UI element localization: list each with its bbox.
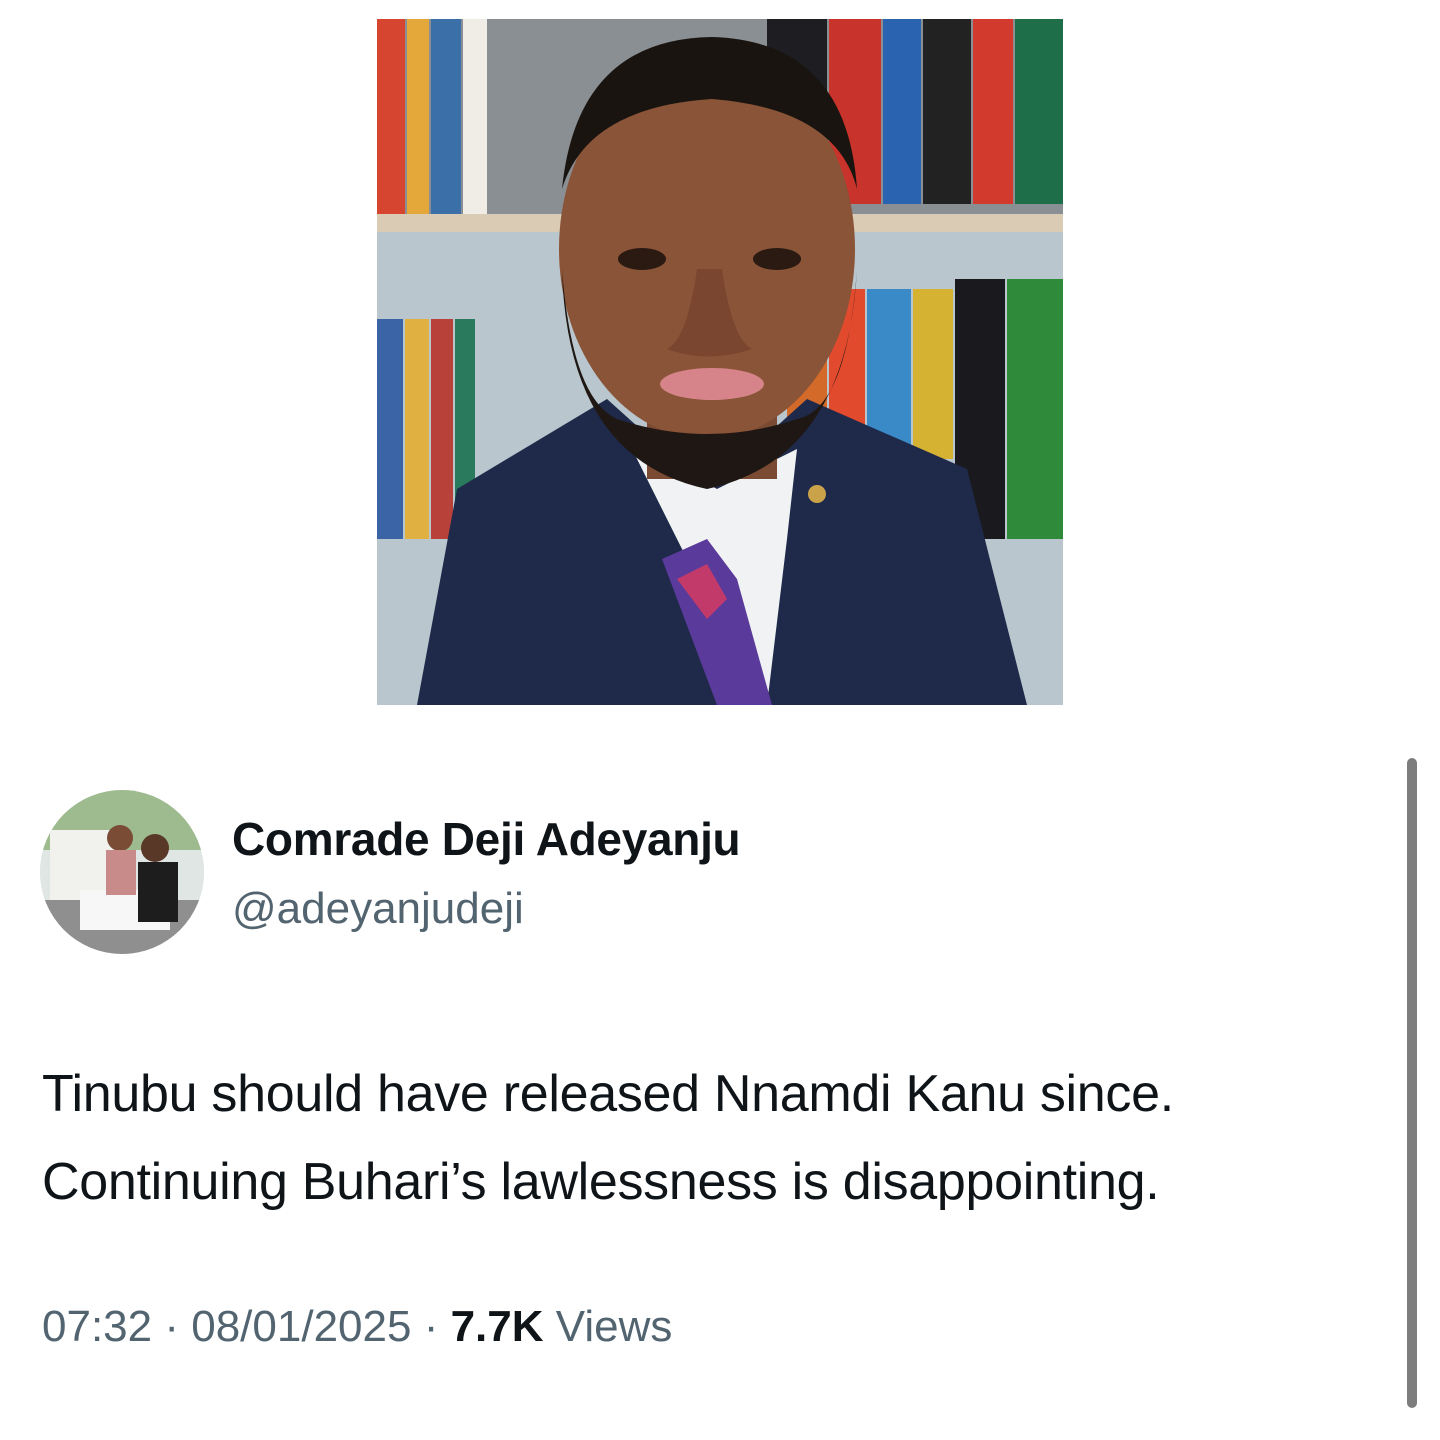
tweet-text: Tinubu should have released Nnamdi Kanu … (42, 1050, 1402, 1226)
meta-separator: · (164, 1302, 179, 1351)
views-count: 7.7K (450, 1302, 544, 1351)
tweet-meta: 07:32 · 08/01/2025 · 7.7K Views (42, 1302, 672, 1352)
author-avatar[interactable] (40, 790, 204, 954)
tweet-screenshot: Comrade Deji Adeyanju @adeyanjudeji Tinu… (0, 0, 1440, 1440)
tweet-text-line: Tinubu should have released Nnamdi Kanu … (42, 1065, 1174, 1123)
views-label: Views (555, 1302, 673, 1351)
tweet-date[interactable]: 08/01/2025 (191, 1302, 411, 1351)
meta-separator: · (423, 1302, 439, 1351)
author-handle[interactable]: @adeyanjudeji (232, 884, 524, 934)
portrait-photo (377, 19, 1063, 705)
scrollbar[interactable] (1407, 758, 1417, 1408)
author-display-name[interactable]: Comrade Deji Adeyanju (232, 812, 741, 866)
tweet-text-line: Continuing Buhari’s lawlessness is disap… (42, 1153, 1160, 1211)
tweet-time[interactable]: 07:32 (42, 1302, 152, 1351)
